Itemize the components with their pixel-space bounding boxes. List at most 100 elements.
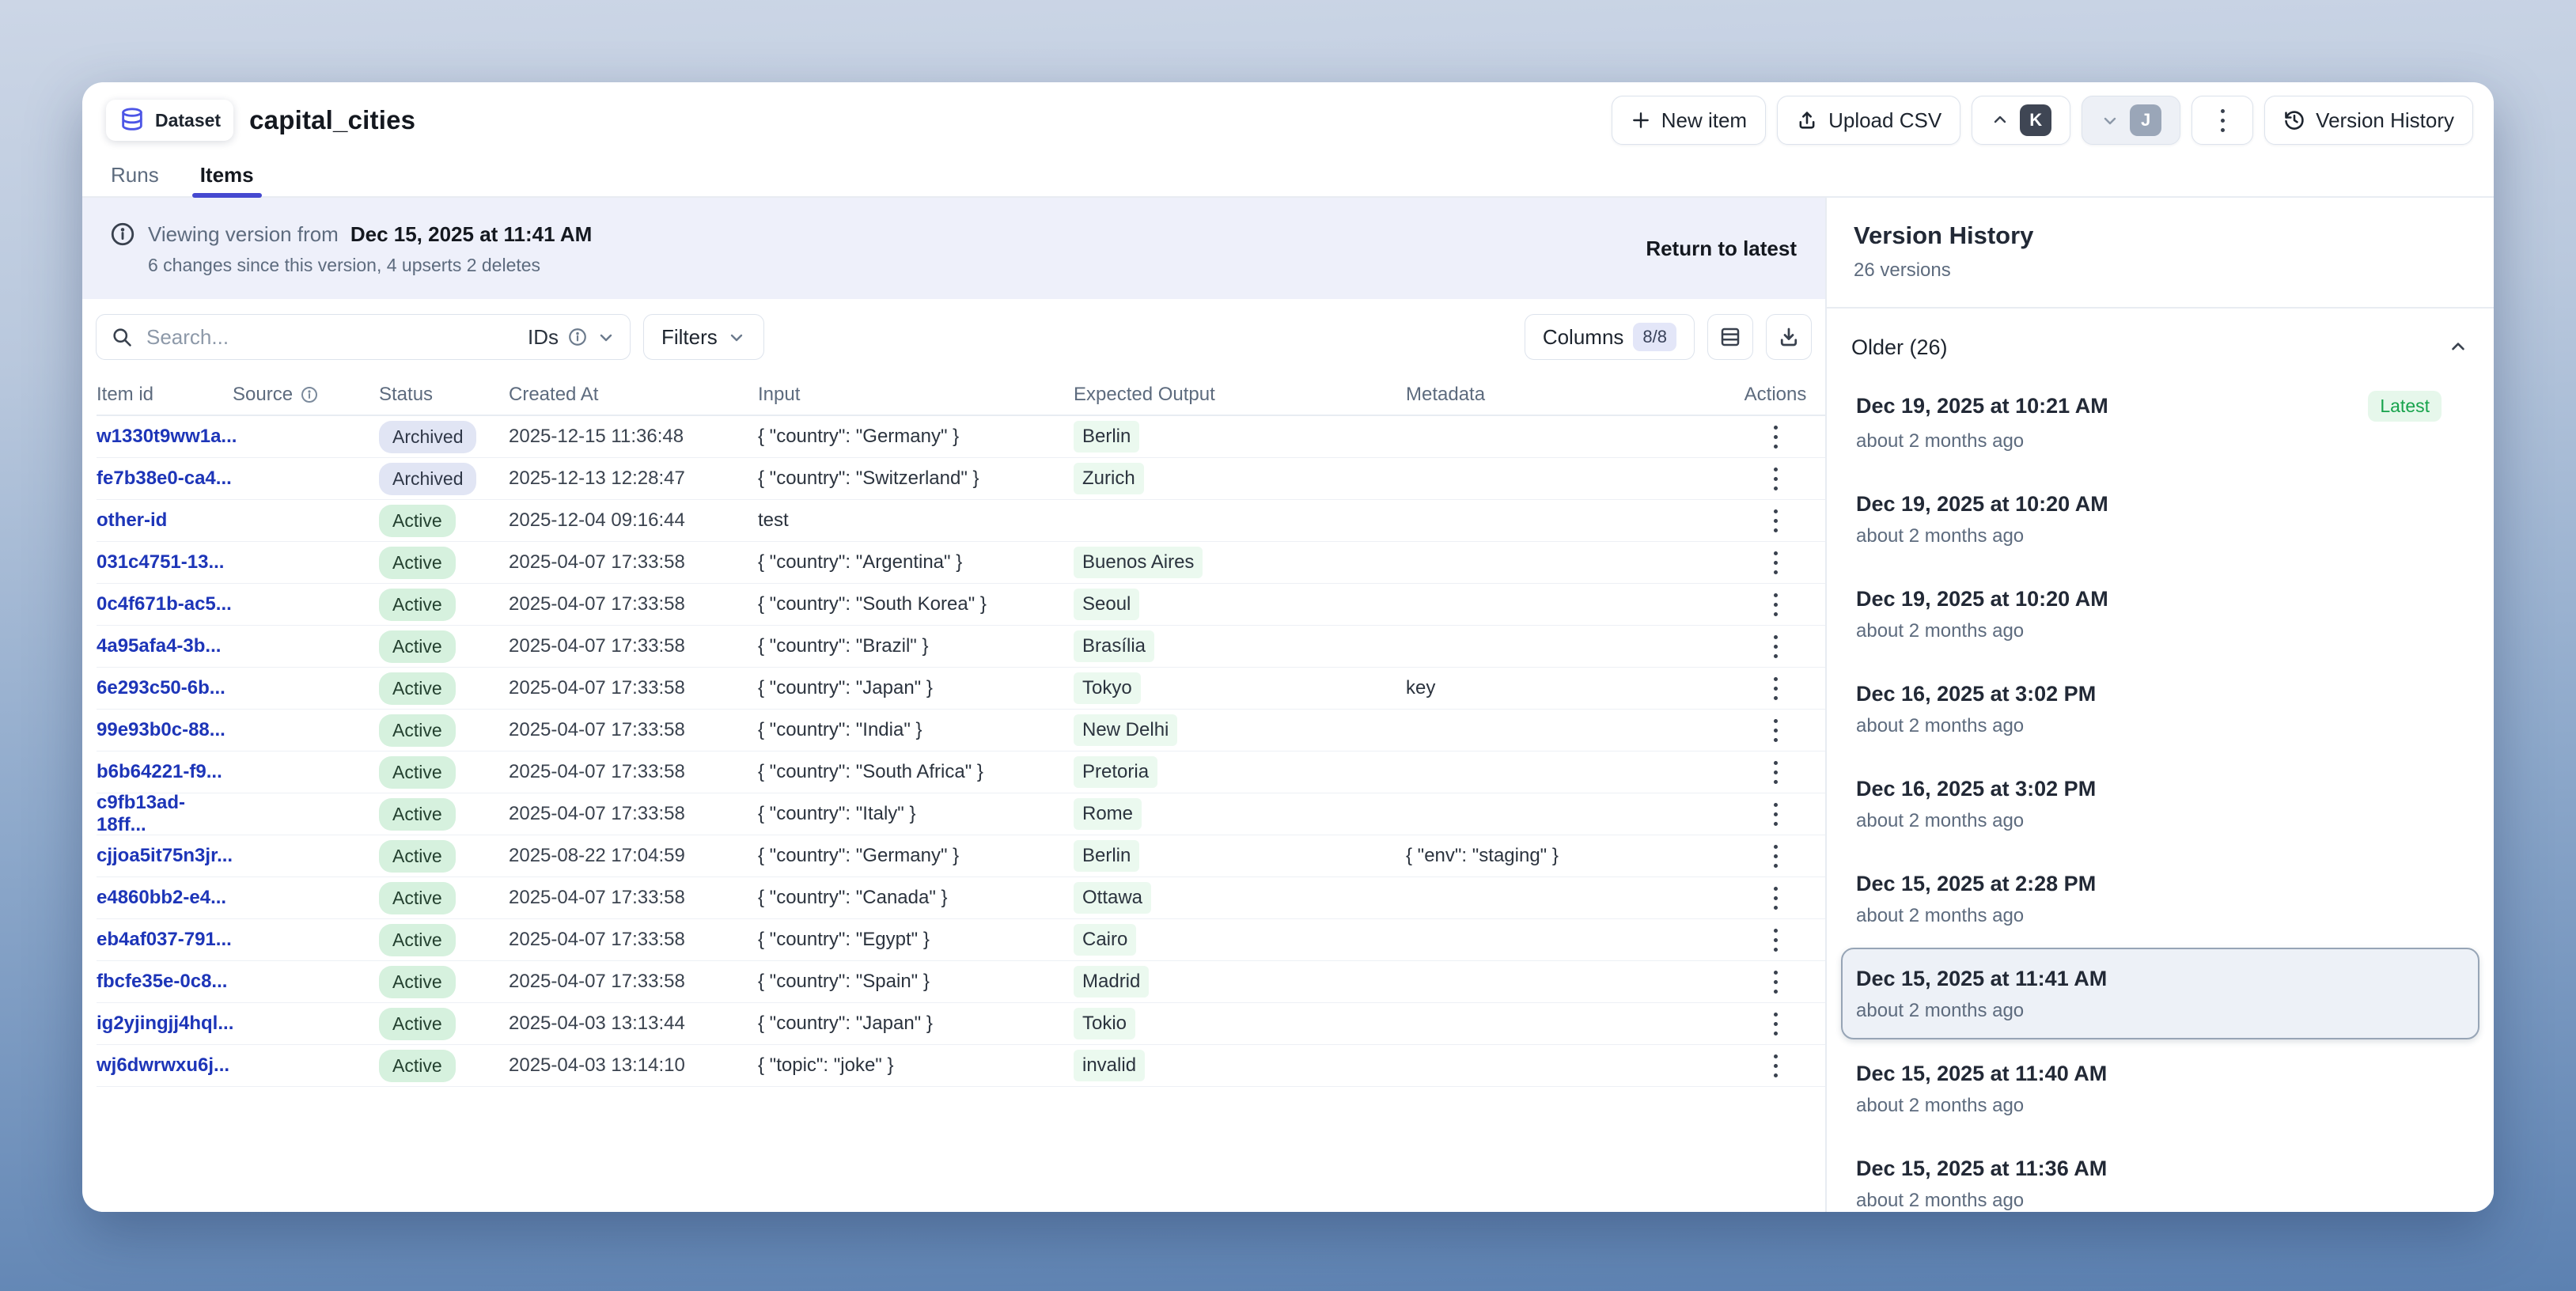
item-id-link[interactable]: cjjoa5it75n3jr...	[97, 845, 233, 866]
row-actions-kebab[interactable]	[1760, 1008, 1791, 1039]
upload-csv-button[interactable]: Upload CSV	[1777, 96, 1960, 145]
version-entry[interactable]: Dec 15, 2025 at 11:40 AM about 2 months …	[1841, 1043, 2479, 1134]
info-icon	[300, 385, 319, 404]
table-row: 99e93b0c-88... Active 2025-04-07 17:33:5…	[97, 710, 1825, 752]
row-actions-kebab[interactable]	[1760, 882, 1791, 914]
row-actions-kebab[interactable]	[1760, 924, 1791, 956]
expected-output-cell: Rome	[1074, 798, 1406, 830]
version-entry[interactable]: Dec 15, 2025 at 11:41 AM about 2 months …	[1841, 948, 2479, 1039]
created-at-cell: 2025-04-07 17:33:58	[509, 677, 758, 699]
row-actions-kebab[interactable]	[1760, 505, 1791, 536]
version-relative-time: about 2 months ago	[1856, 1000, 2464, 1022]
row-actions-kebab[interactable]	[1760, 840, 1791, 872]
older-section-toggle[interactable]: Older (26)	[1841, 323, 2479, 372]
created-at-cell: 2025-12-15 11:36:48	[509, 426, 758, 448]
user-j-button[interactable]: J	[2082, 96, 2180, 145]
expected-output-cell: Berlin	[1074, 421, 1406, 452]
version-entry[interactable]: Dec 19, 2025 at 10:20 AM about 2 months …	[1841, 568, 2479, 660]
row-height-button[interactable]	[1707, 314, 1753, 360]
expected-output-cell: Cairo	[1074, 924, 1406, 956]
version-date: Dec 15, 2025 at 11:41 AM	[1856, 967, 2107, 991]
version-entry[interactable]: Dec 19, 2025 at 10:20 AM about 2 months …	[1841, 473, 2479, 565]
header-item-id[interactable]: Item id	[97, 384, 233, 406]
item-id-link[interactable]: w1330t9ww1a...	[97, 426, 237, 447]
version-relative-time: about 2 months ago	[1856, 715, 2464, 737]
input-cell: { "country": "Germany" }	[758, 845, 1074, 867]
version-history-button[interactable]: Version History	[2264, 96, 2473, 145]
input-cell: { "country": "India" }	[758, 719, 1074, 741]
row-actions-kebab[interactable]	[1760, 672, 1791, 704]
version-relative-time: about 2 months ago	[1856, 1095, 2464, 1117]
table-row: fe7b38e0-ca4... Archived 2025-12-13 12:2…	[97, 458, 1825, 500]
tab-items[interactable]: Items	[199, 153, 256, 196]
row-actions-kebab[interactable]	[1760, 421, 1791, 452]
metadata-cell: { "env": "staging" }	[1406, 845, 1726, 867]
filters-button[interactable]: Filters	[643, 314, 764, 360]
columns-button[interactable]: Columns 8/8	[1525, 314, 1695, 360]
window-header: Dataset capital_cities New item Upload C…	[82, 82, 2494, 153]
more-options-button[interactable]	[2191, 96, 2253, 145]
ids-dropdown[interactable]: IDs	[528, 325, 616, 350]
header-input[interactable]: Input	[758, 384, 1074, 406]
expected-output-cell: Seoul	[1074, 589, 1406, 620]
input-cell: { "country": "Italy" }	[758, 803, 1074, 825]
input-cell: { "country": "Spain" }	[758, 971, 1074, 993]
created-at-cell: 2025-04-07 17:33:58	[509, 929, 758, 951]
item-id-link[interactable]: other-id	[97, 509, 167, 531]
row-actions-kebab[interactable]	[1760, 966, 1791, 998]
version-entry[interactable]: Dec 15, 2025 at 11:36 AM about 2 months …	[1841, 1138, 2479, 1212]
header-metadata[interactable]: Metadata	[1406, 384, 1726, 406]
table-rows-icon	[1718, 325, 1742, 349]
table-row: eb4af037-791... Active 2025-04-07 17:33:…	[97, 919, 1825, 961]
header-status[interactable]: Status	[379, 384, 509, 406]
row-actions-kebab[interactable]	[1760, 589, 1791, 620]
item-id-link[interactable]: eb4af037-791...	[97, 929, 232, 950]
header-expected-output[interactable]: Expected Output	[1074, 384, 1406, 406]
database-icon	[119, 107, 146, 134]
row-actions-kebab[interactable]	[1760, 1050, 1791, 1081]
item-id-link[interactable]: fbcfe35e-0c8...	[97, 971, 227, 992]
tab-runs[interactable]: Runs	[109, 153, 161, 196]
item-id-link[interactable]: ig2yjingjj4hql...	[97, 1013, 233, 1034]
item-id-link[interactable]: 4a95afa4-3b...	[97, 635, 221, 657]
table-row: 4a95afa4-3b... Active 2025-04-07 17:33:5…	[97, 626, 1825, 668]
input-cell: { "country": "Switzerland" }	[758, 468, 1074, 490]
version-entry[interactable]: Dec 19, 2025 at 10:21 AM Latest about 2 …	[1841, 372, 2479, 470]
header-source[interactable]: Source	[233, 384, 379, 406]
header-created-at[interactable]: Created At	[509, 384, 758, 406]
item-id-link[interactable]: 031c4751-13...	[97, 551, 224, 573]
item-id-link[interactable]: e4860bb2-e4...	[97, 887, 226, 908]
table-row: cjjoa5it75n3jr... Active 2025-08-22 17:0…	[97, 835, 1825, 877]
row-actions-kebab[interactable]	[1760, 714, 1791, 746]
row-actions-kebab[interactable]	[1760, 630, 1791, 662]
created-at-cell: 2025-04-07 17:33:58	[509, 803, 758, 825]
item-id-link[interactable]: 99e93b0c-88...	[97, 719, 225, 740]
user-k-button[interactable]: K	[1972, 96, 2070, 145]
item-id-link[interactable]: wj6dwrwxu6j...	[97, 1054, 229, 1076]
row-actions-kebab[interactable]	[1760, 547, 1791, 578]
row-actions-kebab[interactable]	[1760, 463, 1791, 494]
app-window: Dataset capital_cities New item Upload C…	[82, 82, 2494, 1212]
version-entry[interactable]: Dec 15, 2025 at 2:28 PM about 2 months a…	[1841, 853, 2479, 945]
item-id-link[interactable]: fe7b38e0-ca4...	[97, 468, 232, 489]
return-to-latest-link[interactable]: Return to latest	[1646, 237, 1797, 261]
status-badge: Archived	[379, 463, 476, 495]
item-id-link[interactable]: 0c4f671b-ac5...	[97, 593, 232, 615]
created-at-cell: 2025-04-07 17:33:58	[509, 971, 758, 993]
item-id-link[interactable]: 6e293c50-6b...	[97, 677, 225, 699]
item-id-link[interactable]: b6b64221-f9...	[97, 761, 222, 782]
row-actions-kebab[interactable]	[1760, 756, 1791, 788]
status-badge: Active	[379, 1050, 456, 1082]
search-input[interactable]	[145, 324, 516, 350]
ids-label: IDs	[528, 325, 559, 350]
version-entry[interactable]: Dec 16, 2025 at 3:02 PM about 2 months a…	[1841, 663, 2479, 755]
status-badge: Active	[379, 798, 456, 831]
input-cell: { "country": "Germany" }	[758, 426, 1074, 448]
new-item-button[interactable]: New item	[1612, 96, 1766, 145]
row-actions-kebab[interactable]	[1760, 798, 1791, 830]
dataset-chip: Dataset	[106, 100, 233, 141]
download-button[interactable]	[1766, 314, 1812, 360]
item-id-link[interactable]: c9fb13ad-18ff...	[97, 792, 185, 835]
version-entry[interactable]: Dec 16, 2025 at 3:02 PM about 2 months a…	[1841, 758, 2479, 850]
filters-label: Filters	[661, 325, 718, 350]
